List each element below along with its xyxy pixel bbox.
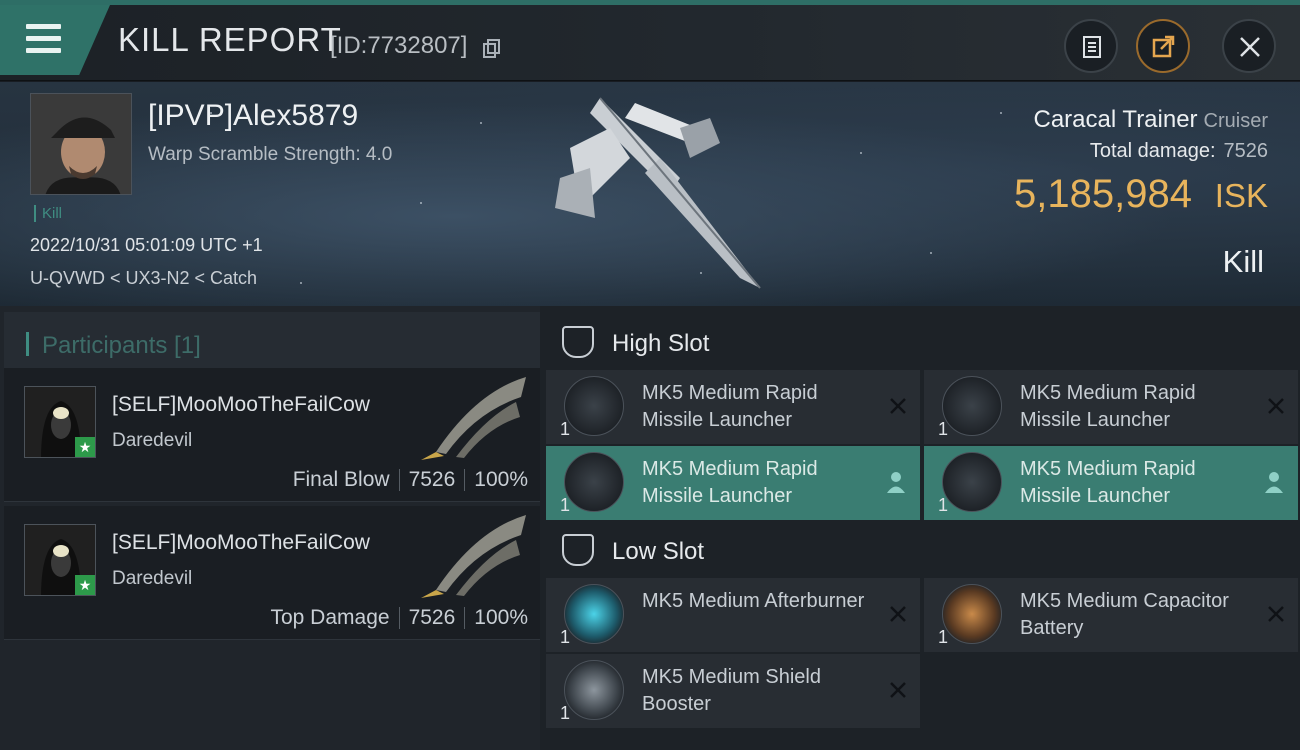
victim-name[interactable]: [IPVP]Alex5879 [148, 99, 358, 133]
participant-stats: Top Damage 7526 100% [270, 606, 528, 630]
missile-launcher-icon [942, 376, 1002, 436]
participant-damage: 7526 [408, 606, 456, 629]
participant-avatar[interactable]: ★ [24, 524, 96, 596]
participant-role: Final Blow [292, 468, 390, 491]
clipboard-icon [1083, 36, 1101, 58]
high-slot-header: High Slot [540, 310, 1300, 374]
result-label: Kill [1222, 244, 1264, 279]
participant-percent: 100% [474, 468, 528, 491]
high-slot-title: High Slot [612, 330, 710, 357]
module-item[interactable]: 1 MK5 Medium Rapid Missile Launcher [546, 370, 920, 444]
module-quantity: 1 [560, 627, 571, 647]
participant-percent: 100% [474, 606, 528, 629]
module-quantity: 1 [560, 419, 571, 439]
close-x-icon [890, 398, 906, 414]
high-slot-icon [562, 326, 594, 358]
close-x-icon [1268, 606, 1284, 622]
header-bar: KILL REPORT [ID:7732807] [0, 5, 1300, 81]
participant-row[interactable]: ★ [SELF]MooMooTheFailCow Daredevil Top D… [4, 506, 540, 640]
low-slot-icon [562, 534, 594, 566]
participant-avatar[interactable]: ★ [24, 386, 96, 458]
participant-damage: 7526 [408, 468, 456, 491]
missile-launcher-icon [942, 452, 1002, 512]
fitting-panel: High Slot 1 MK5 Medium Rapid Missile Lau… [540, 306, 1300, 750]
kill-datetime: 2022/10/31 05:01:09 UTC +1 [30, 235, 263, 255]
module-quantity: 1 [938, 495, 949, 515]
pilot-icon [1265, 472, 1283, 493]
participant-ship: Daredevil [112, 430, 193, 451]
menu-button[interactable] [0, 5, 110, 75]
module-quantity: 1 [560, 703, 571, 723]
missile-launcher-icon [564, 452, 624, 512]
participant-stats: Final Blow 7526 100% [293, 468, 528, 492]
module-name: MK5 Medium Rapid Missile Launcher [1020, 382, 1196, 431]
module-name: MK5 Medium Rapid Missile Launcher [642, 458, 818, 507]
participant-ship-image [421, 377, 526, 460]
total-damage: Total damage: 7526 [1090, 140, 1268, 163]
afterburner-icon [564, 584, 624, 644]
victim-ship[interactable]: Caracal Trainer Cruiser [1033, 106, 1268, 134]
participant-name: [SELF]MooMooTheFailCow [112, 531, 370, 554]
participant-name: [SELF]MooMooTheFailCow [112, 393, 370, 416]
module-item[interactable]: 1 MK5 Medium Rapid Missile Launcher [924, 446, 1298, 520]
star-icon: ★ [75, 575, 95, 595]
victim-banner: [IPVP]Alex5879 Warp Scramble Strength: 4… [0, 82, 1300, 306]
module-name: MK5 Medium Rapid Missile Launcher [642, 382, 818, 431]
close-x-icon [1268, 398, 1284, 414]
module-item[interactable]: 1 MK5 Medium Rapid Missile Launcher [924, 370, 1298, 444]
participants-header: Participants [1] [4, 312, 540, 374]
participants-title: Participants [1] [42, 332, 201, 359]
ship-class: Cruiser [1203, 110, 1268, 132]
participant-role: Top Damage [270, 606, 390, 629]
report-id: [ID:7732807] [330, 32, 468, 59]
module-quantity: 1 [938, 419, 949, 439]
close-x-icon [890, 682, 906, 698]
participants-panel: Participants [1] ★ [SELF]MooMooTheFailCo… [0, 306, 540, 750]
isk-unit: ISK [1214, 177, 1268, 214]
warp-scramble-strength: Warp Scramble Strength: 4.0 [148, 144, 393, 165]
victim-portrait[interactable] [30, 93, 132, 195]
participant-row[interactable]: ★ [SELF]MooMooTheFailCow Daredevil Final… [4, 368, 540, 502]
kill-tag: Kill [34, 205, 62, 222]
total-damage-label: Total damage: [1089, 140, 1216, 162]
low-slot-title: Low Slot [612, 538, 705, 565]
isk-value: 5,185,984 [1014, 172, 1192, 216]
clipboard-button[interactable] [1064, 19, 1118, 73]
pilot-icon [887, 472, 905, 493]
close-x-icon [890, 606, 906, 622]
kill-location[interactable]: U-QVWD < UX3-N2 < Catch [30, 268, 257, 289]
module-quantity: 1 [938, 627, 949, 647]
capacitor-battery-icon [942, 584, 1002, 644]
victim-ship-image [555, 97, 761, 289]
module-name: MK5 Medium Afterburner [642, 590, 865, 612]
share-icon [1152, 35, 1175, 58]
module-item[interactable]: 1 MK5 Medium Afterburner [546, 578, 920, 652]
low-slot-header: Low Slot [540, 518, 1300, 582]
close-icon [1240, 37, 1260, 57]
module-item[interactable]: 1 MK5 Medium Rapid Missile Launcher [546, 446, 920, 520]
star-icon: ★ [75, 437, 95, 457]
module-item[interactable]: 1 MK5 Medium Shield Booster [546, 654, 920, 728]
share-button[interactable] [1136, 19, 1190, 73]
participant-ship-image [421, 515, 526, 598]
page-title: KILL REPORT [118, 21, 342, 58]
copy-icon[interactable] [482, 39, 502, 59]
hamburger-menu-icon [26, 24, 61, 54]
module-item[interactable]: 1 MK5 Medium Capacitor Battery [924, 578, 1298, 652]
participant-ship: Daredevil [112, 568, 193, 589]
total-damage-value: 7526 [1223, 140, 1269, 162]
close-button[interactable] [1222, 19, 1276, 73]
ship-name: Caracal Trainer [1033, 106, 1198, 133]
shield-booster-icon [564, 660, 624, 720]
module-name: MK5 Medium Capacitor Battery [1020, 590, 1229, 639]
module-name: MK5 Medium Rapid Missile Launcher [1020, 458, 1196, 507]
missile-launcher-icon [564, 376, 624, 436]
module-name: MK5 Medium Shield Booster [642, 666, 821, 715]
module-quantity: 1 [560, 495, 571, 515]
